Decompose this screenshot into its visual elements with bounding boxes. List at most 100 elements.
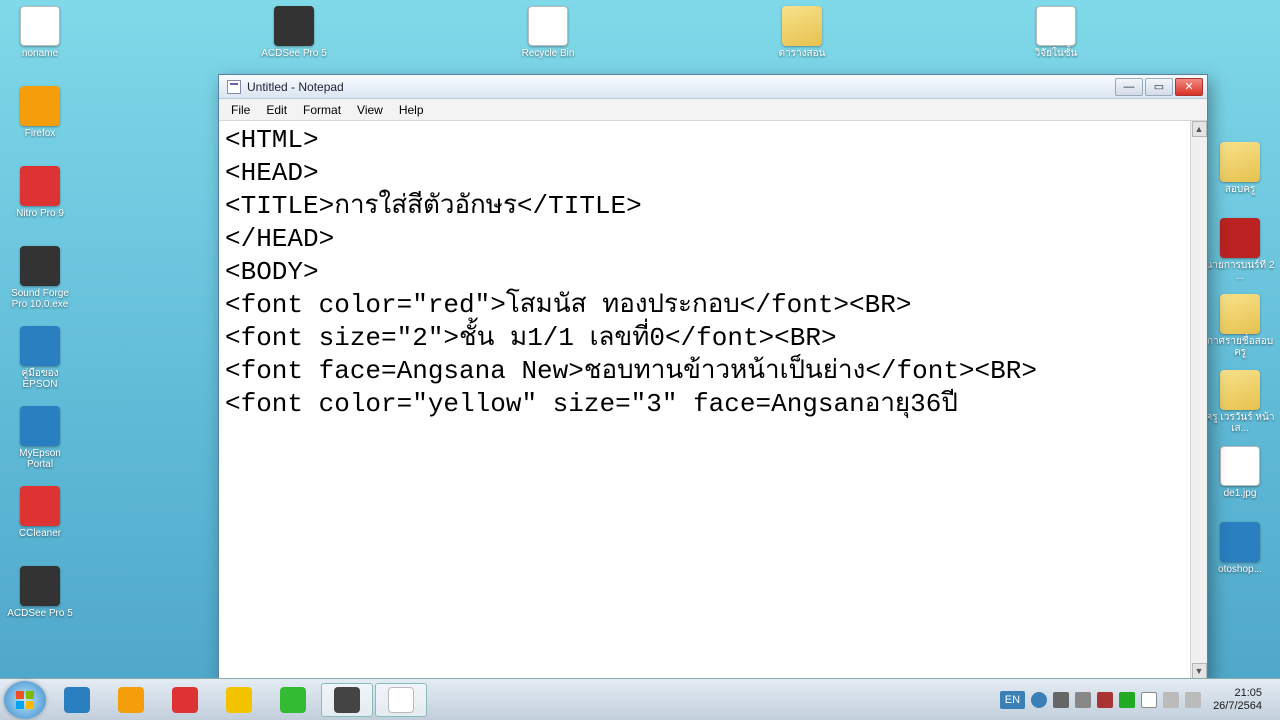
- app-icon: [20, 566, 60, 606]
- icon-label: otoshop...: [1205, 564, 1275, 575]
- clock-time: 21:05: [1213, 687, 1262, 700]
- taskbar-button-pp[interactable]: [105, 683, 157, 717]
- desktop-icon[interactable]: noname: [4, 6, 76, 82]
- close-button[interactable]: ✕: [1175, 78, 1203, 96]
- app-icon: [1220, 142, 1260, 182]
- desktop-icon[interactable]: Firefox: [4, 86, 76, 162]
- taskbar-button-obs[interactable]: [321, 683, 373, 717]
- icon-label: คู่มือของ EPSON: [5, 368, 75, 390]
- notepad-icon: [388, 687, 414, 713]
- app-icon: [1036, 6, 1076, 46]
- icon-label: วิจัยในชั้น: [1021, 48, 1091, 59]
- app-icon: [1220, 522, 1260, 562]
- taskbar: EN 21:05 26/7/2564: [0, 678, 1280, 720]
- app-icon: [20, 326, 60, 366]
- taskbar-buttons: [50, 683, 428, 717]
- desktop-icon[interactable]: Sound Forge Pro 10.0.exe: [4, 246, 76, 322]
- ie-icon: [64, 687, 90, 713]
- desktop: noname Firefox Nitro Pro 9 Sound Forge Pro …: [0, 0, 1280, 720]
- tray-icon-net[interactable]: [1163, 692, 1179, 708]
- app-icon: [1220, 370, 1260, 410]
- app-icon: [20, 166, 60, 206]
- scroll-up-button[interactable]: ▲: [1192, 121, 1207, 137]
- desktop-icon[interactable]: CCleaner: [4, 486, 76, 562]
- window-title: Untitled - Notepad: [247, 80, 1115, 94]
- desktop-icon[interactable]: ตารางสอน: [766, 6, 838, 82]
- desktop-icon[interactable]: Nitro Pro 9: [4, 166, 76, 242]
- taskbar-button-opera[interactable]: [159, 683, 211, 717]
- notepad-icon: [227, 80, 241, 94]
- desktop-icon[interactable]: Recycle Bin: [512, 6, 584, 82]
- tray-icon-help[interactable]: [1031, 692, 1047, 708]
- menu-edit[interactable]: Edit: [258, 101, 295, 119]
- obs-icon: [334, 687, 360, 713]
- icon-label: Firefox: [5, 128, 75, 139]
- desktop-icon[interactable]: ACDSee Pro 5: [258, 6, 330, 82]
- desktop-icon[interactable]: MyEpson Portal: [4, 406, 76, 482]
- icon-label: Recycle Bin: [513, 48, 583, 59]
- line-icon: [280, 687, 306, 713]
- clock-date: 26/7/2564: [1213, 700, 1262, 713]
- desktop-icon[interactable]: de1.jpg: [1204, 446, 1276, 518]
- icon-label: Nitro Pro 9: [5, 208, 75, 219]
- menu-view[interactable]: View: [349, 101, 391, 119]
- desktop-icon[interactable]: สอบครู: [1204, 142, 1276, 214]
- desktop-icon[interactable]: ACDSee Pro 5: [4, 566, 76, 642]
- taskbar-button-ie[interactable]: [51, 683, 103, 717]
- desktop-icon[interactable]: ครู เวรวันร์ หน้าเส...: [1204, 370, 1276, 442]
- app-icon: [1220, 218, 1260, 258]
- tray-icon-gen3[interactable]: [1097, 692, 1113, 708]
- desktop-icon[interactable]: วิจัยในชั้น: [1020, 6, 1092, 82]
- app-icon: [1220, 446, 1260, 486]
- taskbar-button-line[interactable]: [267, 683, 319, 717]
- chrome-icon: [226, 687, 252, 713]
- icon-label: MyEpson Portal: [5, 448, 75, 470]
- menubar: FileEditFormatViewHelp: [219, 99, 1207, 121]
- icon-label: นายการบนร์ที 2 ...: [1205, 260, 1275, 282]
- editor[interactable]: <HTML> <HEAD> <TITLE>การใส่สีตัวอักษร</T…: [219, 121, 1207, 679]
- scroll-down-button[interactable]: ▼: [1192, 663, 1207, 679]
- maximize-button[interactable]: ▭: [1145, 78, 1173, 96]
- desktop-icon[interactable]: คู่มือของ EPSON: [4, 326, 76, 402]
- titlebar[interactable]: Untitled - Notepad — ▭ ✕: [219, 75, 1207, 99]
- scrollbar-vertical[interactable]: ▲ ▼: [1190, 121, 1207, 679]
- icon-label: สอบครู: [1205, 184, 1275, 195]
- icon-label: noname: [5, 48, 75, 59]
- menu-help[interactable]: Help: [391, 101, 432, 119]
- tray-icon-vol[interactable]: [1185, 692, 1201, 708]
- icon-label: ACDSee Pro 5: [5, 608, 75, 619]
- start-button[interactable]: [4, 681, 46, 719]
- tray-icon-gen2[interactable]: [1075, 692, 1091, 708]
- tray-icon-gen1[interactable]: [1053, 692, 1069, 708]
- desktop-icon[interactable]: otoshop...: [1204, 522, 1276, 594]
- desktop-icon[interactable]: นายการบนร์ที 2 ...: [1204, 218, 1276, 290]
- notepad-window: Untitled - Notepad — ▭ ✕ FileEditFormatV…: [218, 74, 1208, 680]
- system-tray: EN 21:05 26/7/2564: [992, 679, 1276, 720]
- icon-label: de1.jpg: [1205, 488, 1275, 499]
- app-icon: [20, 486, 60, 526]
- app-icon: [20, 246, 60, 286]
- app-icon: [274, 6, 314, 46]
- opera-icon: [172, 687, 198, 713]
- tray-icon-gen4[interactable]: [1119, 692, 1135, 708]
- icon-label: Sound Forge Pro 10.0.exe: [5, 288, 75, 310]
- taskbar-button-chrome[interactable]: [213, 683, 265, 717]
- taskbar-clock[interactable]: 21:05 26/7/2564: [1207, 687, 1268, 713]
- tray-icon-flag[interactable]: [1141, 692, 1157, 708]
- pp-icon: [118, 687, 144, 713]
- app-icon: [1220, 294, 1260, 334]
- minimize-button[interactable]: —: [1115, 78, 1143, 96]
- menu-file[interactable]: File: [223, 101, 258, 119]
- icon-label: ครู เวรวันร์ หน้าเส...: [1205, 412, 1275, 434]
- menu-format[interactable]: Format: [295, 101, 349, 119]
- app-icon: [782, 6, 822, 46]
- icon-label: ACDSee Pro 5: [259, 48, 329, 59]
- app-icon: [20, 406, 60, 446]
- editor-content[interactable]: <HTML> <HEAD> <TITLE>การใส่สีตัวอักษร</T…: [225, 124, 1201, 421]
- app-icon: [20, 6, 60, 46]
- taskbar-button-notepad[interactable]: [375, 683, 427, 717]
- app-icon: [528, 6, 568, 46]
- lang-indicator[interactable]: EN: [1000, 691, 1025, 709]
- desktop-icon[interactable]: กาศรายชื่อสอบครู: [1204, 294, 1276, 366]
- icon-label: CCleaner: [5, 528, 75, 539]
